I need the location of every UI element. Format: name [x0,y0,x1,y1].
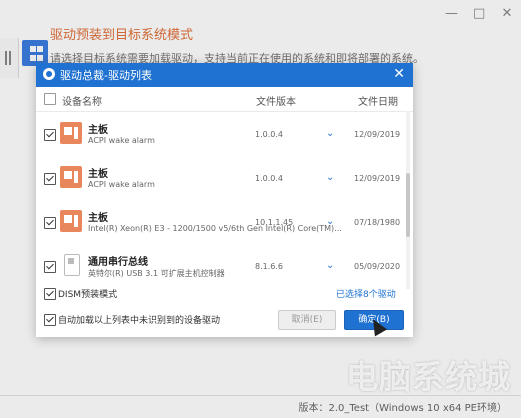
column-device-name: 设备名称 [62,97,102,108]
dialog-header: 驱动总裁-驱动列表 ✕ [36,63,413,87]
driver-list: 主板 ACPI wake alarm 1.0.0.4 ⌄ 12/09/2019 … [36,112,413,290]
column-header: 设备名称 文件版本 文件日期 [36,87,413,112]
dialog-close-button[interactable]: ✕ [393,66,405,82]
device-desc: Intel(R) Xeon(R) E3 - 1200/1500 v5/6th G… [88,224,342,233]
dism-checkbox[interactable] [44,288,56,300]
dism-option: DISM预装模式 已选择8个驱动 [36,285,413,303]
device-version: 10.1.1.45 [255,218,294,227]
list-item[interactable]: 主板 ACPI wake alarm 1.0.0.4 ⌄ 12/09/2019 [36,156,413,200]
select-all-checkbox[interactable] [44,93,56,105]
row-checkbox[interactable] [44,129,56,141]
motherboard-icon [60,166,82,188]
auto-load-option: 自动加载以上列表中未识别到的设备驱动 取消(E) 确定(B) [36,309,413,331]
device-desc: ACPI wake alarm [88,180,155,189]
device-name: 主板 [88,213,108,224]
row-checkbox[interactable] [44,217,56,229]
selected-count-link[interactable]: 已选择8个驱动 [336,287,396,300]
device-version: 1.0.0.4 [255,130,283,139]
list-scrollbar[interactable] [406,111,410,289]
row-checkbox[interactable] [44,261,56,273]
list-item[interactable]: 主板 ACPI wake alarm 1.0.0.4 ⌄ 12/09/2019 [36,112,413,156]
watermark: 电脑系统城 [345,358,511,396]
column-file-date: 文件日期 [358,97,398,108]
motherboard-icon [60,210,82,232]
device-version: 1.0.0.4 [255,174,283,183]
device-name: 主板 [88,169,108,180]
device-date: 07/18/1980 [354,218,401,227]
device-name: 通用串行总线 [88,257,148,268]
driver-list-dialog: 驱动总裁-驱动列表 ✕ 设备名称 文件版本 文件日期 主板 ACPI wake … [36,63,413,337]
device-desc: 英特尔(R) USB 3.1 可扩展主机控制器 [88,269,225,278]
auto-load-label: 自动加载以上列表中未识别到的设备驱动 [58,316,221,326]
motherboard-icon [60,122,82,144]
auto-load-checkbox[interactable] [44,314,56,326]
device-date: 05/09/2020 [354,262,401,271]
chevron-down-icon[interactable]: ⌄ [326,172,334,183]
chevron-down-icon[interactable]: ⌄ [326,260,334,271]
row-checkbox[interactable] [44,173,56,185]
device-name: 主板 [88,125,108,136]
chevron-down-icon[interactable]: ⌄ [326,128,334,139]
list-item[interactable]: 通用串行总线 英特尔(R) USB 3.1 可扩展主机控制器 8.1.6.6 ⌄… [36,244,413,288]
chevron-down-icon[interactable]: ⌄ [326,216,334,227]
dialog-title: 驱动总裁-驱动列表 [60,69,152,82]
scrollbar-thumb[interactable] [406,173,410,237]
dism-label: DISM预装模式 [58,290,118,300]
app-logo-icon [43,68,55,80]
device-version: 8.1.6.6 [255,262,283,271]
column-file-version: 文件版本 [256,97,296,108]
list-item[interactable]: 主板 Intel(R) Xeon(R) E3 - 1200/1500 v5/6t… [36,200,413,244]
cancel-button[interactable]: 取消(E) [278,310,336,330]
device-date: 12/09/2019 [354,174,401,183]
usb-icon [64,254,80,276]
device-date: 12/09/2019 [354,130,401,139]
device-desc: ACPI wake alarm [88,136,155,145]
